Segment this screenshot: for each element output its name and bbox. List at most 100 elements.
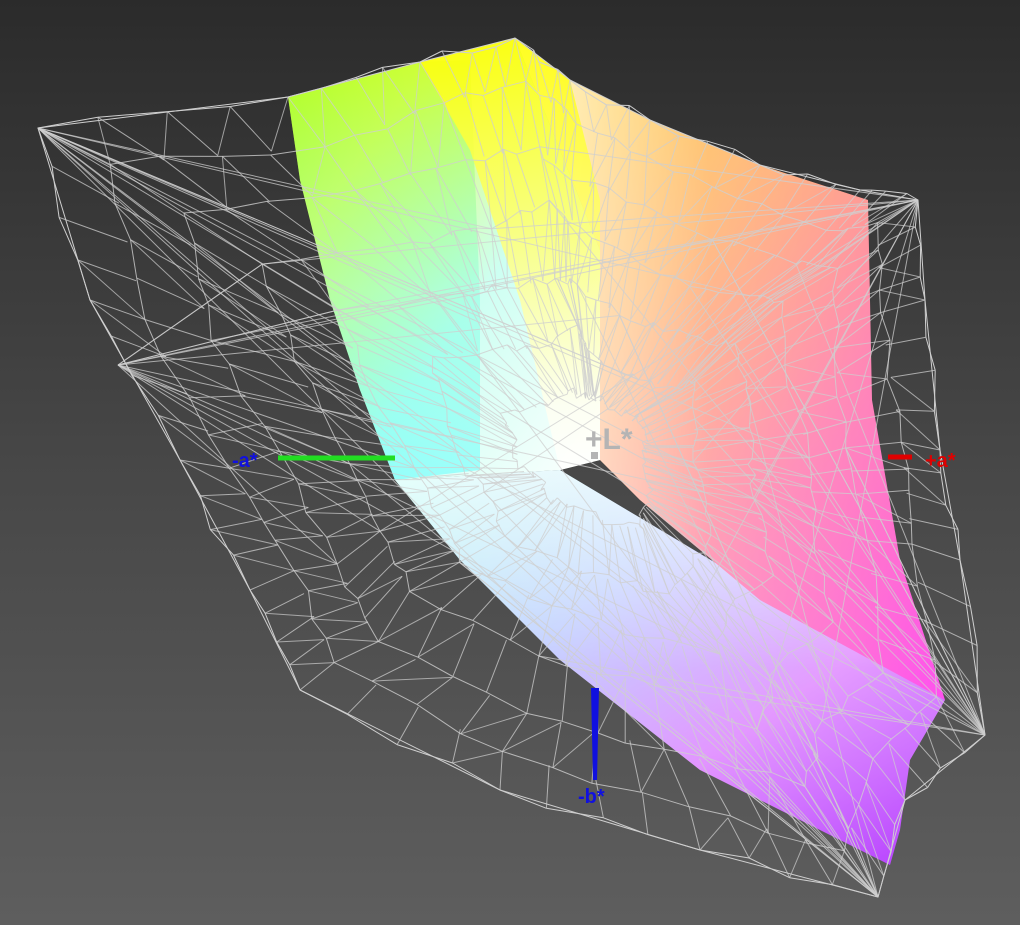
wireframe-edge <box>552 722 562 768</box>
wireframe-edge <box>344 545 388 588</box>
wireframe-edge <box>509 639 540 657</box>
wireframe-edge <box>911 543 961 561</box>
wireframe-edge <box>561 663 569 722</box>
wireframe-edge <box>641 792 649 835</box>
wireframe-edge <box>394 550 455 565</box>
wireframe-edge <box>117 364 338 565</box>
wireframe-edge <box>502 750 554 769</box>
wireframe-edge <box>357 575 403 599</box>
wireframe-edge <box>222 154 271 157</box>
wireframe-edge <box>130 239 138 279</box>
wireframe-edge <box>109 163 185 214</box>
wireframe-edge <box>378 641 419 658</box>
wireframe-edge <box>228 467 251 498</box>
wireframe-edge <box>727 817 750 859</box>
wireframe-edge <box>222 156 270 202</box>
wireframe-edge <box>499 789 547 809</box>
wireframe-edge <box>249 496 309 508</box>
wireframe-edge <box>326 621 369 639</box>
wireframe-edge <box>640 749 665 793</box>
wireframe-edge <box>263 507 309 523</box>
wireframe-edge <box>394 563 407 573</box>
wireframe-edge <box>597 732 626 744</box>
wireframe-edge <box>217 106 231 156</box>
wireframe-edge <box>311 618 327 639</box>
wireframe-edge <box>789 839 806 878</box>
minus-b-axis-line <box>591 688 599 780</box>
wireframe-edge <box>210 518 262 531</box>
minus-b-axis-label: -b* <box>578 786 605 808</box>
wireframe-edge <box>472 619 511 641</box>
wireframe-edge <box>265 612 315 618</box>
wireframe-edge <box>546 807 604 819</box>
wireframe-edge <box>452 676 487 693</box>
wireframe-edge <box>452 750 503 764</box>
wireframe-edge <box>642 504 647 508</box>
wireframe-edge <box>917 581 971 608</box>
wireframe-edge <box>552 730 596 768</box>
wireframe-edge <box>289 639 325 666</box>
wireframe-edge <box>879 276 921 291</box>
wireframe-edge <box>647 834 701 851</box>
wireframe-edge <box>264 593 305 614</box>
wireframe-edge <box>472 583 507 621</box>
wireframe-edge <box>899 411 902 443</box>
minus-a-axis-label: -a* <box>232 450 258 472</box>
wireframe-edge <box>896 409 935 412</box>
wireframe-edge <box>371 676 453 682</box>
wireframe-edge <box>925 337 936 371</box>
wireframe-edge <box>906 492 946 506</box>
wireframe-edge <box>452 623 475 677</box>
wireframe-edge <box>460 733 503 752</box>
wireframe-edge <box>730 815 769 834</box>
wireframe-edge <box>293 563 338 572</box>
wireframe-edge <box>486 691 528 714</box>
wireframe-edge <box>208 423 263 436</box>
wireframe-edge <box>263 522 276 541</box>
wireframe-edge <box>885 190 907 194</box>
wireframe-edge <box>507 287 519 289</box>
wireframe-edge <box>644 637 665 639</box>
wireframe-edge <box>552 767 593 784</box>
wireframe-edge <box>877 875 885 898</box>
wireframe-edge <box>189 395 246 399</box>
wireframe-edge <box>945 504 959 530</box>
wireframe-edge <box>688 806 731 817</box>
wireframe-edge <box>964 734 986 754</box>
wireframe-edge <box>276 641 291 666</box>
wireframe-edge <box>157 415 181 461</box>
wireframe-edge <box>387 541 395 565</box>
wireframe-edge <box>249 570 295 591</box>
plus-L-axis-label: +L* <box>585 423 633 456</box>
wireframe-edge <box>592 515 594 573</box>
wireframe-edge <box>144 319 162 357</box>
wireframe-edge <box>321 408 336 438</box>
wireframe-edge <box>784 351 786 365</box>
wireframe-edge <box>396 744 453 764</box>
wireframe-edge <box>890 369 936 378</box>
wireframe-edge <box>872 189 886 192</box>
wireframe-edge <box>249 496 265 523</box>
wireframe-edge <box>233 544 278 556</box>
wireframe-edge <box>417 656 454 677</box>
wireframe-edge <box>396 706 419 745</box>
wireframe-edge <box>378 607 443 642</box>
wireframe-edge <box>365 496 373 517</box>
wireframe-edge <box>526 712 563 722</box>
wireframe-edge <box>699 817 729 851</box>
wireframe-edge <box>789 877 833 886</box>
wireframe-edge <box>346 684 377 715</box>
wireframe-edge <box>910 523 913 545</box>
wireframe-edge <box>940 752 965 769</box>
wireframe-edge <box>299 689 348 715</box>
wireframe-edge <box>298 483 307 513</box>
wireframe-edge <box>909 518 959 530</box>
wireframe-edge <box>452 762 501 791</box>
wireframe-edge <box>305 497 365 513</box>
wireframe-edge <box>748 828 768 859</box>
wireframe-edge <box>89 299 146 320</box>
plus-a-axis-label: +a* <box>925 450 956 472</box>
wireframe-edge <box>606 104 630 106</box>
wireframe-edge <box>274 535 323 541</box>
wireframe-edge <box>908 490 912 524</box>
